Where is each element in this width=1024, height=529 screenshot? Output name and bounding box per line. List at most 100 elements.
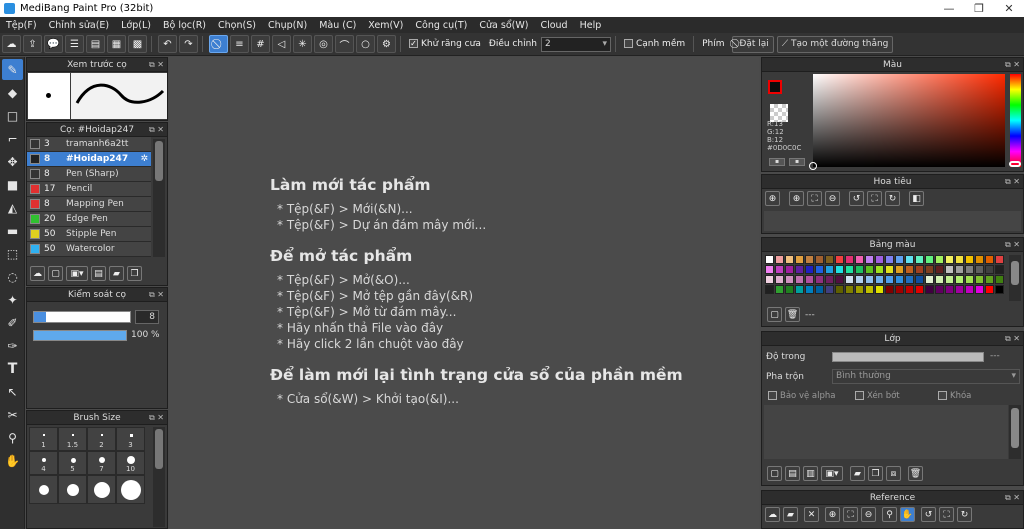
brush-list-scrollbar[interactable] [153, 139, 165, 257]
palette-swatch[interactable] [875, 275, 884, 284]
grid-icon[interactable]: ▩ [128, 35, 147, 53]
expand-icon[interactable]: ⧉ ✕ [149, 58, 164, 72]
vanish-snap-icon[interactable]: ◁ [272, 35, 291, 53]
page-icon[interactable]: ▤ [86, 35, 105, 53]
size-slider[interactable] [33, 311, 131, 323]
brush-item[interactable]: 17 Pencil [27, 182, 151, 197]
rotate-right-icon[interactable]: ↻ [885, 191, 900, 206]
upload-icon[interactable]: ⇪ [23, 35, 42, 53]
hue-slider[interactable] [1009, 74, 1021, 167]
new-layer-icon[interactable]: ▢ [767, 466, 782, 481]
palette-swatch[interactable] [975, 275, 984, 284]
palette-swatch[interactable] [775, 285, 784, 294]
palette-swatch[interactable] [795, 285, 804, 294]
menu-tools[interactable]: Công cụ(T) [409, 20, 473, 31]
protect-alpha-checkbox[interactable]: Bảo vệ alpha [768, 391, 835, 401]
size-value[interactable]: 8 [135, 310, 159, 324]
selection-pen-icon[interactable]: ⌐ [2, 128, 23, 149]
layer-list[interactable] [764, 405, 1008, 459]
menu-cloud[interactable]: Cloud [534, 20, 573, 31]
size-cell[interactable]: 2 [87, 427, 116, 451]
select-rect-icon[interactable]: ⬚ [2, 243, 23, 264]
layer-folder-icon[interactable]: ▰ [850, 466, 865, 481]
redo-icon[interactable]: ↷ [179, 35, 198, 53]
bucket-tool-icon[interactable]: ◭ [2, 197, 23, 218]
palette-swatch[interactable] [995, 275, 1004, 284]
menu-help[interactable]: Help [574, 20, 608, 31]
palette-swatch[interactable] [815, 275, 824, 284]
palette-swatch[interactable] [815, 255, 824, 264]
new-8bit-layer-icon[interactable]: ▥ [803, 466, 818, 481]
size-cell[interactable]: 5 [58, 451, 87, 475]
size-cell[interactable]: 1 [29, 427, 58, 451]
circle-snap-icon[interactable]: ◎ [314, 35, 333, 53]
palette-swatch[interactable] [955, 285, 964, 294]
palette-swatches[interactable] [765, 255, 1011, 301]
size-cell[interactable] [58, 475, 87, 504]
zoom-fit-icon[interactable]: ⊕ [825, 507, 840, 522]
palette-swatch[interactable] [765, 275, 774, 284]
add-layer-menu-icon[interactable]: ▣▾ [821, 466, 843, 481]
palette-swatch[interactable] [955, 275, 964, 284]
palette-scrollbar[interactable] [1009, 255, 1021, 301]
restore-icon[interactable]: ❐ [964, 0, 994, 17]
open-reference-icon[interactable]: ▰ [783, 507, 798, 522]
palette-swatch[interactable] [895, 255, 904, 264]
pages-icon[interactable]: ▦ [107, 35, 126, 53]
palette-swatch[interactable] [935, 285, 944, 294]
palette-swatch[interactable] [765, 285, 774, 294]
palette-swatch[interactable] [965, 265, 974, 274]
palette-swatch[interactable] [985, 265, 994, 274]
menu-window[interactable]: Cửa sổ(W) [473, 20, 534, 31]
palette-swatch[interactable] [815, 265, 824, 274]
palette-swatch[interactable] [915, 255, 924, 264]
delete-palette-icon[interactable]: 🗑 [785, 307, 800, 322]
comment-icon[interactable]: 💬 [44, 35, 63, 53]
rotate-left-icon[interactable]: ↺ [849, 191, 864, 206]
size-cell[interactable]: 10 [116, 451, 145, 475]
expand-icon[interactable]: ⧉ ✕ [1005, 491, 1020, 505]
palette-swatch[interactable] [965, 285, 974, 294]
zoom-fit-icon[interactable]: ⊕ [765, 191, 780, 206]
size-grid-scrollbar[interactable] [153, 427, 165, 527]
palette-swatch[interactable] [915, 285, 924, 294]
cloud-icon[interactable]: ☁ [2, 35, 21, 53]
eyedropper-icon[interactable]: ⚲ [2, 427, 23, 448]
expand-icon[interactable]: ⧉ ✕ [1005, 332, 1020, 346]
new-brush-icon[interactable]: ▢ [48, 266, 63, 281]
scroll-thumb[interactable] [155, 141, 163, 181]
select-pen-icon[interactable]: ✐ [2, 312, 23, 333]
scroll-thumb[interactable] [1011, 408, 1019, 448]
palette-swatch[interactable] [875, 255, 884, 264]
palette-swatch[interactable] [815, 285, 824, 294]
palette-swatch[interactable] [935, 255, 944, 264]
size-cell[interactable]: 7 [87, 451, 116, 475]
menu-file[interactable]: Tệp(F) [0, 20, 43, 31]
reset-button[interactable]: ⃠ Đặt lại [731, 35, 774, 53]
palette-swatch[interactable] [945, 255, 954, 264]
palette-swatch[interactable] [855, 285, 864, 294]
palette-swatch[interactable] [985, 275, 994, 284]
palette-swatch[interactable] [825, 255, 834, 264]
palette-swatch[interactable] [785, 285, 794, 294]
expand-icon[interactable]: ⧉ ✕ [1005, 238, 1020, 252]
palette-swatch[interactable] [845, 285, 854, 294]
antialias-checkbox[interactable]: ✓ Khử răng cưa [409, 39, 481, 49]
size-cell[interactable]: 3 [116, 427, 145, 451]
size-cell[interactable] [116, 475, 145, 504]
palette-swatch[interactable] [785, 265, 794, 274]
size-cell[interactable]: 1.5 [58, 427, 87, 451]
palette-swatch[interactable] [945, 275, 954, 284]
palette-swatch[interactable] [865, 265, 874, 274]
brush-tool-icon[interactable]: ✎ [2, 59, 23, 80]
palette-swatch[interactable] [865, 255, 874, 264]
eyedrop-color-icon[interactable]: ▪ [789, 158, 805, 166]
palette-swatch[interactable] [805, 255, 814, 264]
brush-item[interactable]: 8 Pen (Sharp) [27, 167, 151, 182]
palette-swatch[interactable] [765, 265, 774, 274]
list-icon[interactable]: ☰ [65, 35, 84, 53]
palette-swatch[interactable] [865, 285, 874, 294]
menu-filter[interactable]: Bộ lọc(R) [157, 20, 212, 31]
palette-swatch[interactable] [895, 285, 904, 294]
dot-tool-icon[interactable]: □ [2, 105, 23, 126]
